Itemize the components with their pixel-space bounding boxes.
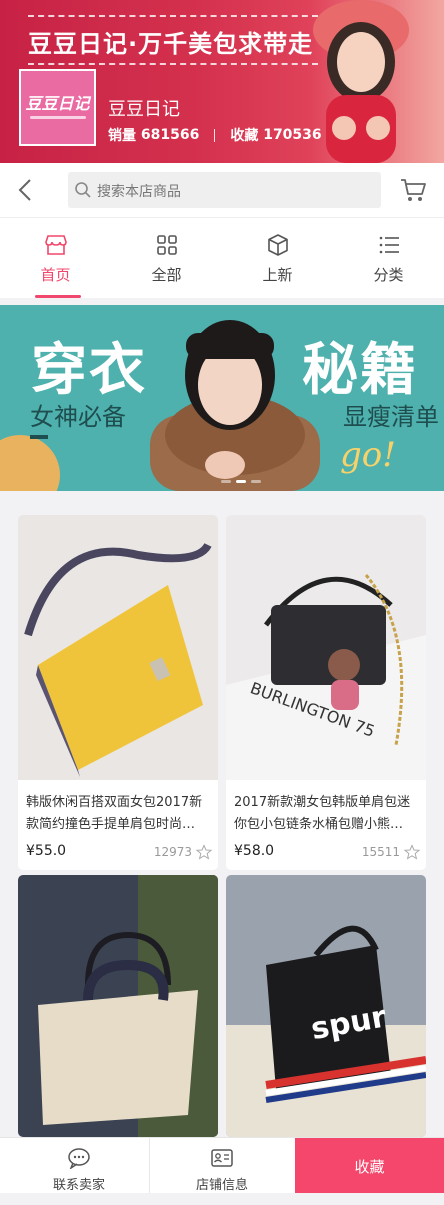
- contact-seller-label: 联系卖家: [52, 1178, 105, 1193]
- store-name: 豆豆日记: [108, 99, 180, 120]
- tab-label: 全部: [151, 266, 182, 284]
- store-slogan: 豆豆日记·万千美包求带走: [28, 30, 314, 58]
- product-grid: 韩版休闲百搭双面女包2017新款简约撞色手提单肩包时尚… ¥55.0 12973…: [8, 505, 437, 1137]
- carousel-dot[interactable]: [221, 480, 231, 483]
- product-fav-count: 12973: [153, 845, 192, 859]
- tab-all[interactable]: 全部: [111, 218, 222, 298]
- back-icon[interactable]: [12, 175, 40, 205]
- product-card[interactable]: 韩版休闲百搭双面女包2017新款简约撞色手提单肩包时尚… ¥55.0 12973: [18, 515, 218, 870]
- carousel-dot[interactable]: [251, 480, 261, 483]
- storefront-icon: [45, 235, 67, 255]
- store-info-button[interactable]: 店铺信息: [151, 1138, 293, 1194]
- tab-label: 首页: [40, 266, 71, 284]
- decorative-dash-line: [28, 63, 318, 65]
- sales-count: 681566: [140, 127, 200, 143]
- product-title: 2017新款潮女包韩版单肩包迷你包小包链条水桶包赠小熊…: [234, 795, 411, 832]
- active-tab-indicator: [35, 295, 81, 298]
- carousel-dot-active[interactable]: [236, 480, 246, 483]
- banner-subtitle-right: 显瘦清单: [343, 403, 439, 431]
- stats-divider: [214, 128, 216, 142]
- favorite-store-button[interactable]: 收藏: [295, 1138, 444, 1194]
- product-price: ¥58.0: [234, 843, 275, 859]
- tab-nav: 首页 全部 上新 分类: [0, 217, 444, 298]
- favorites-count: 170536: [263, 127, 322, 143]
- star-icon[interactable]: [196, 844, 212, 860]
- store-page: 豆豆日记·万千美包求带走 豆豆日记 豆豆日记 销量 681566 收藏 1705…: [0, 0, 444, 1205]
- box-icon: [268, 234, 288, 256]
- product-image: BURLINGTON 75: [226, 515, 426, 780]
- banner-title-left: 穿衣: [31, 338, 147, 403]
- tab-category[interactable]: 分类: [333, 218, 444, 298]
- contact-seller-button[interactable]: 联系卖家: [8, 1138, 150, 1194]
- bottom-action-bar: 联系卖家 店铺信息 收藏: [0, 1137, 444, 1194]
- product-card[interactable]: [18, 875, 218, 1137]
- product-fav-count: 15511: [361, 845, 400, 859]
- tab-new[interactable]: 上新: [222, 218, 333, 298]
- product-card[interactable]: spur: [226, 875, 426, 1137]
- list-icon: [379, 236, 399, 254]
- store-stats: 销量 681566 收藏 170536: [108, 125, 322, 145]
- decorative-dash-line: [28, 15, 318, 17]
- product-title: 韩版休闲百搭双面女包2017新款简约撞色手提单肩包时尚…: [26, 795, 203, 832]
- star-icon[interactable]: [404, 844, 420, 860]
- chat-bubble-icon: [68, 1148, 90, 1169]
- search-icon: [75, 182, 91, 198]
- tab-label: 分类: [373, 266, 404, 284]
- favorites-label: 收藏: [230, 128, 259, 144]
- store-info-label: 店铺信息: [195, 1178, 248, 1193]
- sales-label: 销量: [108, 128, 136, 144]
- store-header: 豆豆日记·万千美包求带走 豆豆日记 豆豆日记 销量 681566 收藏 1705…: [0, 0, 444, 163]
- banner-tag: go!: [340, 435, 396, 475]
- tab-label: 上新: [262, 266, 293, 284]
- banner-title-right: 秘籍: [302, 338, 418, 403]
- tab-home[interactable]: 首页: [0, 218, 111, 298]
- search-input[interactable]: 搜索本店商品: [68, 172, 381, 208]
- carousel-dots: [221, 480, 261, 483]
- product-image: [18, 515, 218, 780]
- product-image: [18, 875, 218, 1137]
- bottom-spacer: [0, 1193, 444, 1205]
- grid-icon: [157, 235, 177, 255]
- banner-subtitle-left: 女神必备: [30, 403, 126, 431]
- logo-tagline-bar: [29, 116, 86, 119]
- top-bar: 搜索本店商品: [0, 163, 444, 217]
- id-card-icon: [211, 1149, 233, 1167]
- divider: [149, 1138, 150, 1194]
- product-image: spur: [226, 875, 426, 1137]
- store-logo-text: 豆豆日记: [25, 94, 90, 113]
- store-logo: 豆豆日记: [19, 69, 96, 146]
- product-card[interactable]: BURLINGTON 75 2017新款潮女包韩版单肩包迷你包小包链条水桶包赠小…: [226, 515, 426, 870]
- search-placeholder: 搜索本店商品: [97, 184, 181, 200]
- promo-banner[interactable]: 穿衣 秘籍 女神必备 显瘦清单 go!: [0, 305, 444, 491]
- product-price: ¥55.0: [26, 843, 67, 859]
- cart-icon[interactable]: [399, 177, 427, 203]
